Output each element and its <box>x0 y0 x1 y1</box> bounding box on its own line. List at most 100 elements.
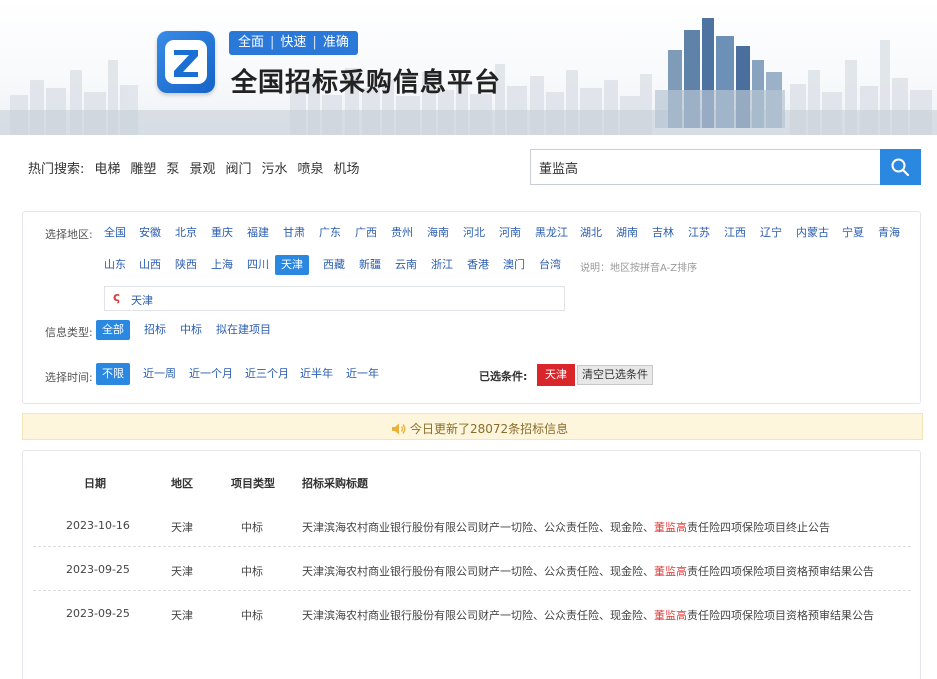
region-option[interactable]: 贵州 <box>387 223 417 243</box>
title-text: 责任险四项保险项目终止公告 <box>687 521 830 534</box>
row-region: 天津 <box>171 521 193 534</box>
region-option[interactable]: 上海 <box>207 255 237 275</box>
region-option[interactable]: 台湾 <box>535 255 565 275</box>
update-notice-bar: 今日更新了28072条招标信息 <box>22 413 923 440</box>
title-text: 天津滨海农村商业银行股份有限公司财产一切险、公众责任险、现金险、 <box>302 609 654 622</box>
row-type: 中标 <box>241 565 263 578</box>
table-row[interactable]: 2023-09-25 天津 中标 天津滨海农村商业银行股份有限公司财产一切险、公… <box>33 591 911 635</box>
time-option[interactable]: 近一年 <box>340 364 385 384</box>
hot-term[interactable]: 机场 <box>334 158 360 177</box>
hot-term[interactable]: 泵 <box>166 158 179 177</box>
filter-panel: 选择地区: 全国 安徽 北京 重庆 福建 甘肃 广东 广西 贵州 海南 河北 河… <box>22 211 921 404</box>
chosen-condition-tag[interactable]: 天津 <box>537 364 575 386</box>
hot-term[interactable]: 喷泉 <box>297 158 323 177</box>
region-option-active[interactable]: 天津 <box>275 255 309 275</box>
z-logo-icon <box>165 40 207 84</box>
region-option[interactable]: 河北 <box>459 223 489 243</box>
region-option[interactable]: 澳门 <box>499 255 529 275</box>
row-date: 2023-09-25 <box>66 563 130 576</box>
slogan-badge: 全面 | 快速 | 准确 <box>229 31 358 55</box>
region-option[interactable]: 河南 <box>495 223 525 243</box>
region-option[interactable]: 北京 <box>171 223 201 243</box>
region-option[interactable]: 浙江 <box>427 255 457 275</box>
hot-search: 热门搜索: 电梯 雕塑 泵 景观 阀门 污水 喷泉 机场 <box>28 158 360 177</box>
table-row[interactable]: 2023-10-16 天津 中标 天津滨海农村商业银行股份有限公司财产一切险、公… <box>33 503 911 547</box>
region-option[interactable]: 江苏 <box>684 223 714 243</box>
site-logo[interactable] <box>157 31 215 93</box>
row-type: 中标 <box>241 609 263 622</box>
region-option[interactable]: 青海 <box>874 223 904 243</box>
hot-search-label: 热门搜索: <box>28 162 85 177</box>
title-text: 责任险四项保险项目资格预审结果公告 <box>687 565 874 578</box>
hot-term[interactable]: 雕塑 <box>130 158 156 177</box>
speaker-icon <box>392 423 406 434</box>
region-option[interactable]: 湖南 <box>612 223 642 243</box>
column-header-region: 地区 <box>171 477 193 490</box>
region-option[interactable]: 福建 <box>243 223 273 243</box>
region-option[interactable]: 西藏 <box>319 255 349 275</box>
row-title-link[interactable]: 天津滨海农村商业银行股份有限公司财产一切险、公众责任险、现金险、董监高责任险四项… <box>302 607 874 623</box>
time-option[interactable]: 近三个月 <box>239 364 295 384</box>
type-label: 信息类型: <box>45 326 93 339</box>
region-option[interactable]: 宁夏 <box>838 223 868 243</box>
slogan-word: 准确 <box>322 35 349 50</box>
search-button[interactable] <box>880 149 921 185</box>
location-marker-icon: ς <box>113 290 121 304</box>
type-option-active[interactable]: 全部 <box>96 320 130 340</box>
time-option[interactable]: 近一周 <box>137 364 182 384</box>
region-option[interactable]: 广东 <box>315 223 345 243</box>
row-title-link[interactable]: 天津滨海农村商业银行股份有限公司财产一切险、公众责任险、现金险、董监高责任险四项… <box>302 563 874 579</box>
region-option[interactable]: 内蒙古 <box>792 223 833 243</box>
region-option[interactable]: 江西 <box>720 223 750 243</box>
table-row[interactable]: 2023-09-25 天津 中标 天津滨海农村商业银行股份有限公司财产一切险、公… <box>33 547 911 591</box>
slogan-word: 快速 <box>280 35 307 50</box>
type-option[interactable]: 拟在建项目 <box>210 320 277 340</box>
region-label: 选择地区: <box>45 228 93 241</box>
title-keyword-highlight: 董监高 <box>654 565 687 578</box>
hot-term[interactable]: 污水 <box>261 158 287 177</box>
row-date: 2023-10-16 <box>66 519 130 532</box>
hot-term[interactable]: 景观 <box>189 158 215 177</box>
region-option[interactable]: 山东 <box>100 255 130 275</box>
region-option[interactable]: 湖北 <box>576 223 606 243</box>
time-label: 选择时间: <box>45 371 93 384</box>
slogan-separator: | <box>270 35 275 50</box>
hot-term[interactable]: 阀门 <box>225 158 251 177</box>
search-input[interactable] <box>530 149 881 185</box>
region-option[interactable]: 重庆 <box>207 223 237 243</box>
region-option[interactable]: 全国 <box>100 223 130 243</box>
region-option[interactable]: 甘肃 <box>279 223 309 243</box>
region-option[interactable]: 新疆 <box>355 255 385 275</box>
column-header-title: 招标采购标题 <box>302 477 368 490</box>
selected-region-box: ς 天津 <box>104 286 565 311</box>
selected-region-text[interactable]: 天津 <box>131 292 153 308</box>
site-title: 全国招标采购信息平台 <box>231 68 502 98</box>
clear-conditions-button[interactable]: 清空已选条件 <box>577 365 653 385</box>
time-option[interactable]: 近半年 <box>294 364 339 384</box>
chosen-conditions-label: 已选条件: <box>479 370 528 383</box>
region-option[interactable]: 云南 <box>391 255 421 275</box>
region-option[interactable]: 吉林 <box>648 223 678 243</box>
region-option[interactable]: 四川 <box>243 255 273 275</box>
time-option[interactable]: 近一个月 <box>183 364 239 384</box>
column-header-type: 项目类型 <box>231 477 275 490</box>
type-option[interactable]: 中标 <box>174 320 208 340</box>
row-region: 天津 <box>171 609 193 622</box>
region-sort-note: 说明：地区按拼音A-Z排序 <box>580 263 698 274</box>
region-option[interactable]: 山西 <box>135 255 165 275</box>
region-option[interactable]: 广西 <box>351 223 381 243</box>
time-option-active[interactable]: 不限 <box>96 363 130 385</box>
region-option[interactable]: 海南 <box>423 223 453 243</box>
slogan-separator: | <box>312 35 317 50</box>
title-text: 天津滨海农村商业银行股份有限公司财产一切险、公众责任险、现金险、 <box>302 565 654 578</box>
region-option[interactable]: 陕西 <box>171 255 201 275</box>
search-icon <box>891 158 910 177</box>
region-option[interactable]: 辽宁 <box>756 223 786 243</box>
region-option[interactable]: 香港 <box>463 255 493 275</box>
row-title-link[interactable]: 天津滨海农村商业银行股份有限公司财产一切险、公众责任险、现金险、董监高责任险四项… <box>302 519 830 535</box>
type-option[interactable]: 招标 <box>138 320 172 340</box>
row-region: 天津 <box>171 565 193 578</box>
region-option[interactable]: 安徽 <box>135 223 165 243</box>
region-option[interactable]: 黑龙江 <box>531 223 572 243</box>
hot-term[interactable]: 电梯 <box>94 158 120 177</box>
